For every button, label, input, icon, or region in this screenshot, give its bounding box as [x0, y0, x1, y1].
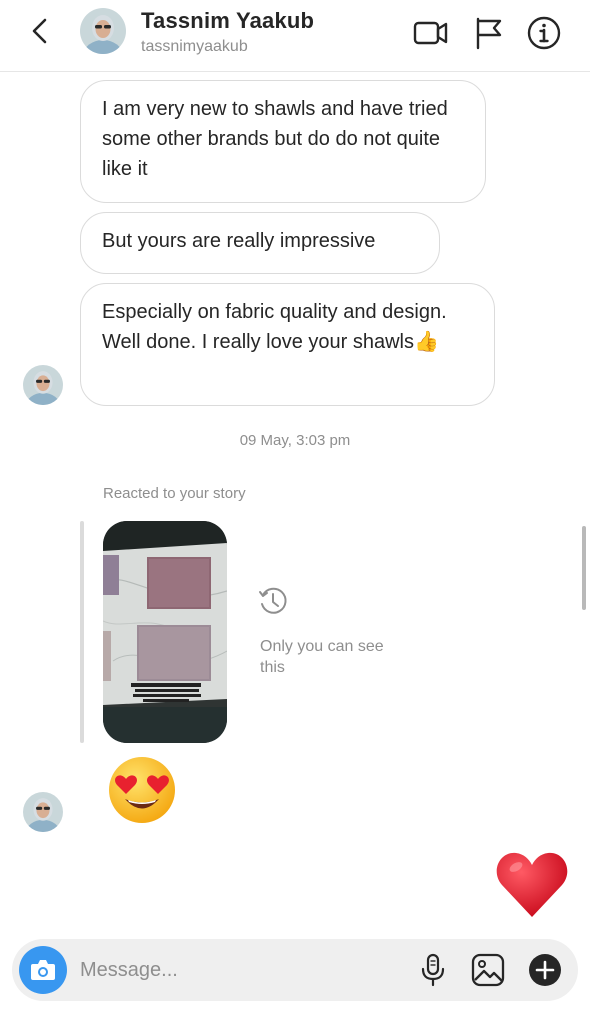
story-reaction-label: Reacted to your story — [103, 485, 246, 502]
voice-message-button[interactable] — [414, 951, 452, 989]
more-actions-button[interactable] — [526, 951, 564, 989]
video-call-button[interactable] — [412, 14, 450, 52]
story-visibility-notice: Only you can see this — [260, 638, 384, 676]
message-bubble[interactable]: Especially on fabric quality and design.… — [80, 283, 495, 406]
message-text: I am very new to shawls and have tried s… — [102, 98, 448, 180]
flag-icon — [476, 17, 502, 50]
plus-icon — [529, 954, 561, 986]
avatar[interactable] — [80, 8, 126, 54]
story-reply-divider — [80, 521, 84, 743]
heart-emoji[interactable] — [494, 847, 570, 923]
camera-button[interactable] — [19, 946, 67, 994]
back-button[interactable] — [22, 14, 56, 48]
contact-name[interactable]: Tassnim Yaakub — [141, 8, 314, 34]
camera-icon — [31, 960, 55, 980]
message-bubble[interactable]: I am very new to shawls and have tried s… — [80, 80, 486, 203]
message-text: But yours are really impressive — [102, 230, 376, 252]
heart-eyes-emoji[interactable] — [106, 754, 178, 826]
thumbs-up-emoji: 👍 — [414, 331, 439, 353]
scrollbar[interactable] — [582, 526, 586, 610]
story-thumbnail[interactable] — [103, 521, 227, 743]
info-button[interactable] — [525, 14, 563, 52]
contact-handle[interactable]: tassnimyaakub — [141, 38, 248, 56]
gallery-icon — [471, 953, 505, 987]
history-icon — [257, 585, 289, 617]
avatar[interactable] — [23, 792, 63, 832]
report-button[interactable] — [469, 14, 507, 52]
message-input[interactable] — [80, 957, 380, 983]
message-timestamp: 09 May, 3:03 pm — [239, 432, 351, 449]
message-bubble[interactable]: But yours are really impressive — [80, 212, 440, 274]
gallery-button[interactable] — [469, 951, 507, 989]
avatar[interactable] — [23, 365, 63, 405]
chat-header: Tassnim Yaakub tassnimyaakub — [0, 0, 590, 72]
info-icon — [527, 16, 561, 50]
video-camera-icon — [413, 21, 448, 45]
chevron-left-icon — [32, 18, 47, 44]
microphone-icon — [421, 953, 445, 987]
message-composer — [12, 939, 578, 1001]
message-text: Especially on fabric quality and design.… — [102, 301, 447, 353]
